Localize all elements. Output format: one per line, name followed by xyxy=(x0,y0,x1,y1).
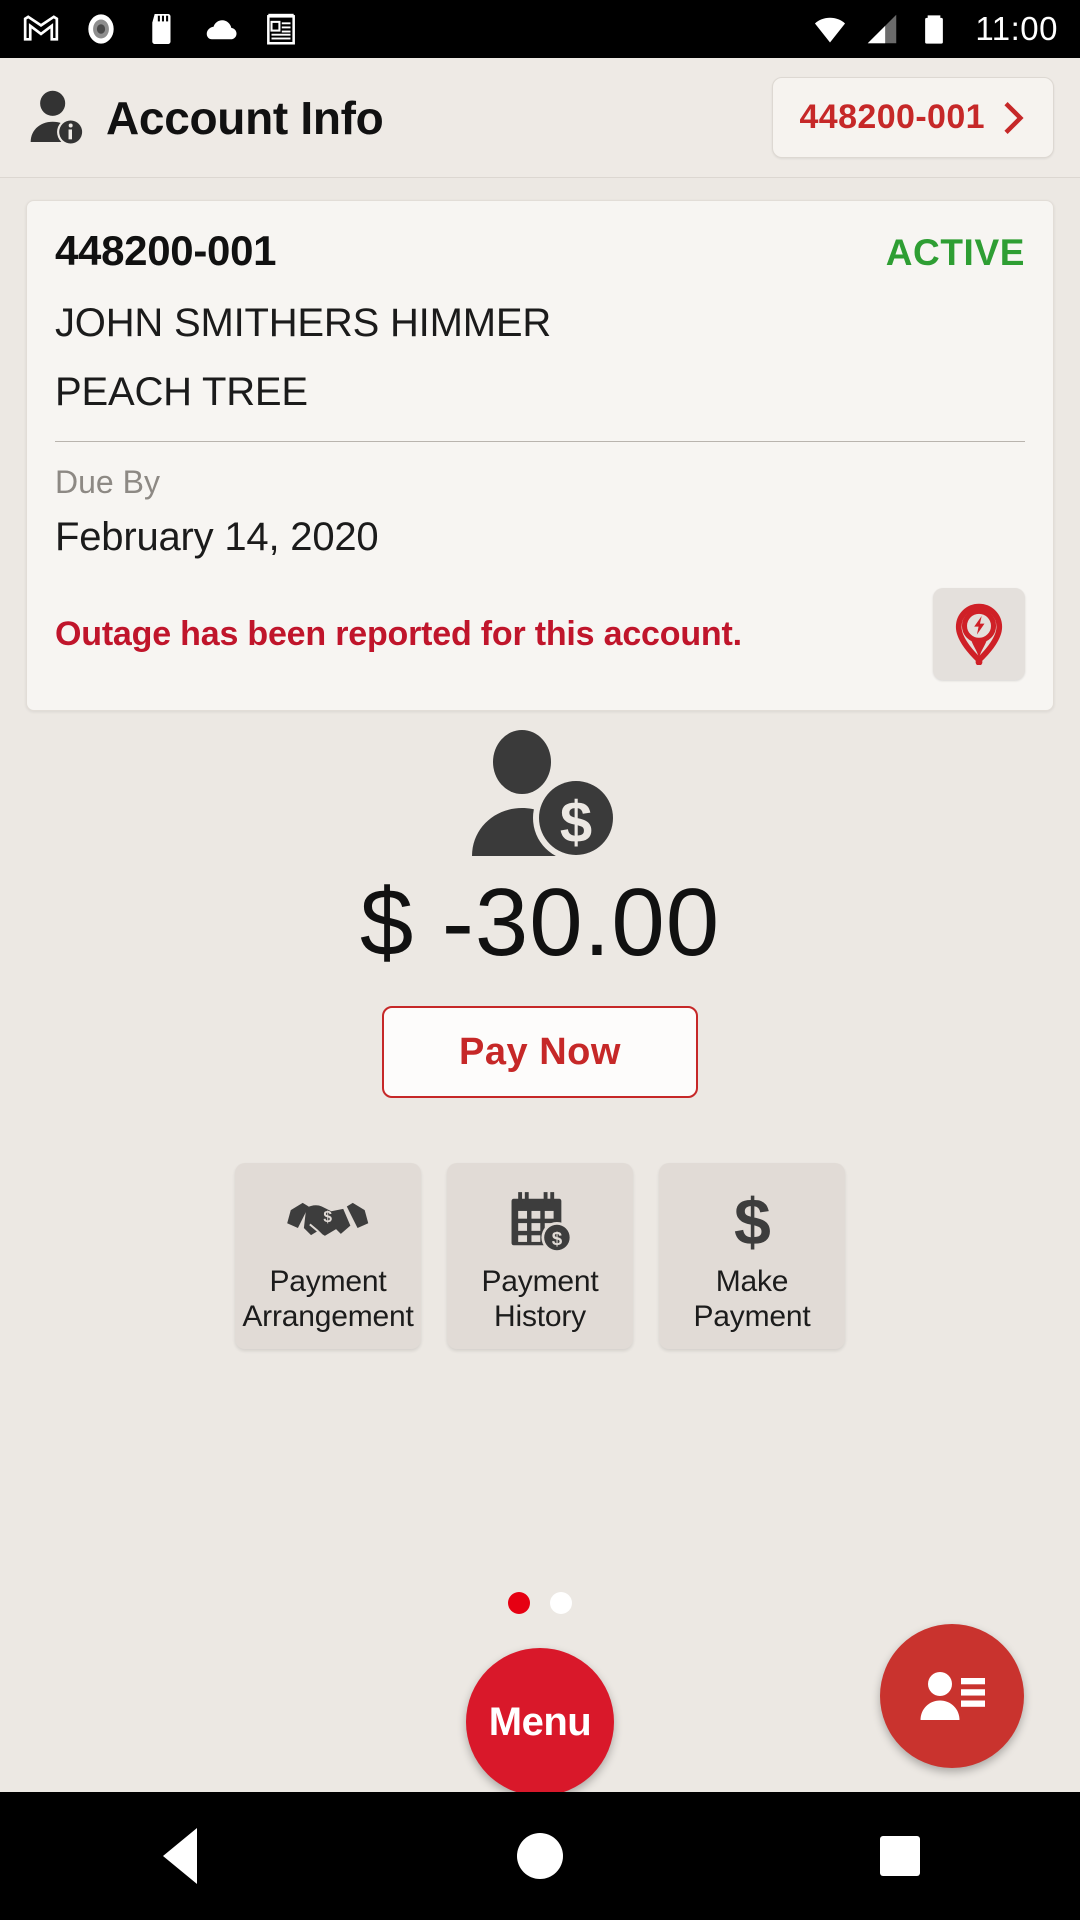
calendar-dollar-icon: $ xyxy=(506,1189,575,1255)
tile-label: Payment History xyxy=(482,1265,599,1335)
svg-text:$: $ xyxy=(551,1228,562,1249)
due-date-value: February 14, 2020 xyxy=(55,515,379,559)
tile-label-line2: Arrangement xyxy=(242,1299,414,1333)
tile-payment-arrangement[interactable]: $ Payment Arrangement xyxy=(235,1163,421,1349)
tile-payment-history[interactable]: $ Payment History xyxy=(447,1163,633,1349)
tile-label-line2: History xyxy=(494,1299,586,1333)
back-triangle-icon xyxy=(163,1828,197,1884)
account-info-icon xyxy=(30,90,85,146)
account-card-header: 448200-001 ACTIVE xyxy=(55,227,1025,275)
cloud-icon xyxy=(206,20,237,40)
nav-recents-button[interactable] xyxy=(840,1792,960,1920)
page-indicator xyxy=(0,1592,1080,1614)
outage-pin-icon xyxy=(955,603,1003,665)
app-screen: 11:00 Account Info 448200-001 448200-001… xyxy=(0,0,1080,1920)
battery-icon xyxy=(925,15,944,44)
status-bar-notification-icons xyxy=(22,10,300,48)
tile-label-line1: Payment xyxy=(269,1265,387,1298)
app-bar: Account Info 448200-001 xyxy=(0,58,1080,178)
tile-make-payment[interactable]: $ Make Payment xyxy=(659,1163,845,1349)
record-icon xyxy=(88,14,114,44)
wifi-icon xyxy=(815,17,846,43)
nav-home-button[interactable] xyxy=(480,1792,600,1920)
due-by-label: Due By xyxy=(55,464,160,500)
tile-label: Make Payment xyxy=(694,1265,811,1335)
nav-back-button[interactable] xyxy=(120,1792,240,1920)
outage-message: Outage has been reported for this accoun… xyxy=(55,614,742,653)
dollar-sign-icon: $ xyxy=(731,1189,774,1255)
quick-actions: $ Payment Arrangement $ Payment History … xyxy=(0,1163,1080,1349)
status-bar: 11:00 xyxy=(0,0,1080,58)
balance-amount: $ -30.00 xyxy=(359,869,721,976)
outage-report-button[interactable] xyxy=(933,588,1025,680)
account-selector-label: 448200-001 xyxy=(799,98,985,136)
chevron-right-icon xyxy=(1004,101,1024,134)
handshake-dollar-icon: $ xyxy=(286,1189,369,1255)
account-number: 448200-001 xyxy=(55,227,277,274)
android-navigation-bar xyxy=(0,1792,1080,1920)
tile-label-line1: Payment xyxy=(481,1265,599,1298)
page-dot-inactive[interactable] xyxy=(550,1592,572,1614)
customer-balance-icon: $ xyxy=(472,730,619,860)
page-dot-active[interactable] xyxy=(508,1592,530,1614)
news-icon xyxy=(267,13,295,45)
svg-text:$: $ xyxy=(560,790,592,855)
tile-label: Payment Arrangement xyxy=(242,1265,413,1335)
tile-label-line1: Make xyxy=(715,1265,789,1298)
status-bar-system-icons: 11:00 xyxy=(811,10,1058,48)
sd-card-icon xyxy=(152,13,171,45)
gmail-icon xyxy=(23,15,59,41)
cellular-signal-icon xyxy=(868,14,897,44)
page-title: Account Info xyxy=(106,91,384,144)
home-circle-icon xyxy=(517,1833,563,1879)
contact-button[interactable] xyxy=(880,1624,1024,1768)
svg-text:$: $ xyxy=(324,1209,333,1226)
recents-square-icon xyxy=(880,1836,920,1876)
customer-name: JOHN SMITHERS HIMMER xyxy=(55,301,552,345)
menu-button[interactable]: Menu xyxy=(466,1648,614,1796)
svg-text:$: $ xyxy=(734,1191,771,1253)
account-summary-card[interactable]: 448200-001 ACTIVE JOHN SMITHERS HIMMER P… xyxy=(26,200,1054,711)
pay-now-button[interactable]: Pay Now xyxy=(382,1006,698,1098)
outage-row: Outage has been reported for this accoun… xyxy=(55,588,1025,680)
status-badge: ACTIVE xyxy=(885,232,1025,273)
status-bar-clock: 11:00 xyxy=(975,10,1058,47)
balance-section: $ $ -30.00 Pay Now xyxy=(0,728,1080,1098)
menu-button-label: Menu xyxy=(488,1699,592,1744)
tile-label-line2: Payment xyxy=(693,1299,811,1333)
contact-card-icon xyxy=(920,1672,985,1720)
service-address: PEACH TREE xyxy=(55,370,308,414)
account-selector-chip[interactable]: 448200-001 xyxy=(772,77,1054,158)
card-divider xyxy=(55,441,1025,442)
